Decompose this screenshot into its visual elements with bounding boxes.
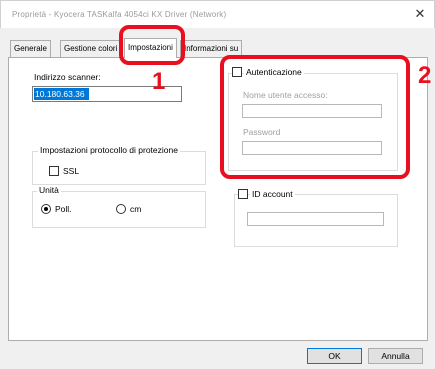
tab-gestione-colori[interactable]: Gestione colori — [60, 40, 122, 57]
units-group-label: Unità — [37, 185, 61, 195]
protocol-group-label: Impostazioni protocollo di protezione — [38, 145, 180, 155]
account-id-checkbox[interactable] — [238, 189, 248, 199]
callout-2-number: 2 — [418, 62, 432, 89]
account-id-label: ID account — [250, 189, 295, 199]
ssl-label: SSL — [63, 166, 80, 176]
unit-cm-radio[interactable] — [116, 204, 126, 214]
account-id-input[interactable] — [247, 212, 384, 226]
window-title: Proprietà - Kyocera TASKalfa 4054ci KX D… — [12, 10, 227, 19]
callout-2-highlight — [220, 55, 410, 179]
ssl-checkbox[interactable] — [49, 166, 59, 176]
unit-poll-radio[interactable] — [41, 204, 51, 214]
unit-poll-label: Poll. — [55, 204, 72, 214]
scanner-address-value: 10.180.63.36 — [34, 88, 89, 100]
close-icon[interactable]: ✕ — [411, 5, 429, 23]
ok-button[interactable]: OK — [307, 348, 362, 364]
tab-generale[interactable]: Generale — [10, 40, 51, 57]
unit-cm-label: cm — [130, 204, 142, 214]
cancel-button[interactable]: Annulla — [368, 348, 423, 364]
scanner-address-label: Indirizzo scanner: — [34, 72, 101, 82]
radio-selected-dot — [44, 207, 48, 211]
callout-1-highlight — [119, 25, 185, 65]
callout-1-number: 1 — [152, 68, 166, 95]
